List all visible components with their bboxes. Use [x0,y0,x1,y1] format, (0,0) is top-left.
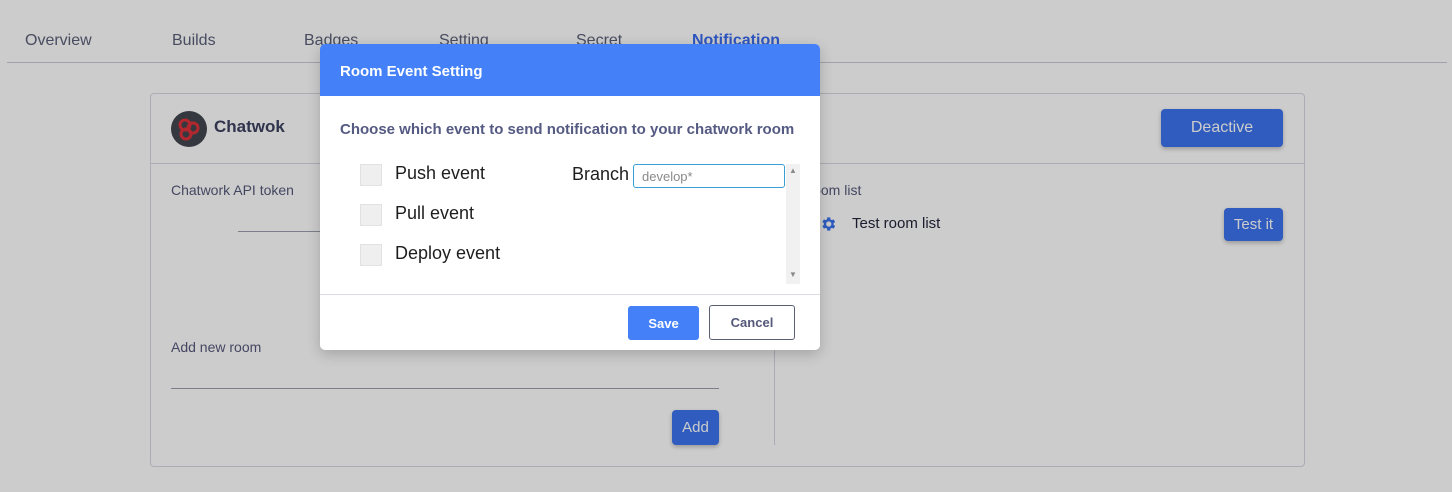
modal-description: Choose which event to send notification … [340,121,795,138]
branch-label: Branch [572,164,630,184]
modal-footer-divider [320,294,820,295]
branch-input[interactable] [633,164,785,188]
deploy-event-label: Deploy event [395,243,501,263]
deploy-event-checkbox[interactable] [360,244,382,266]
scroll-up-icon[interactable]: ▲ [789,166,797,175]
push-event-checkbox[interactable] [360,164,382,186]
modal-header: Room Event Setting [320,44,820,96]
cancel-button[interactable]: Cancel [709,305,795,340]
pull-event-checkbox[interactable] [360,204,382,226]
modal-title: Room Event Setting [340,63,483,80]
scroll-down-icon[interactable]: ▼ [789,270,797,279]
pull-event-label: Pull event [395,203,475,223]
save-button[interactable]: Save [628,306,699,340]
modal-scrollbar[interactable]: ▲ ▼ [786,164,800,284]
push-event-label: Push event [395,163,486,183]
room-event-setting-modal: Room Event Setting Choose which event to… [320,44,820,350]
